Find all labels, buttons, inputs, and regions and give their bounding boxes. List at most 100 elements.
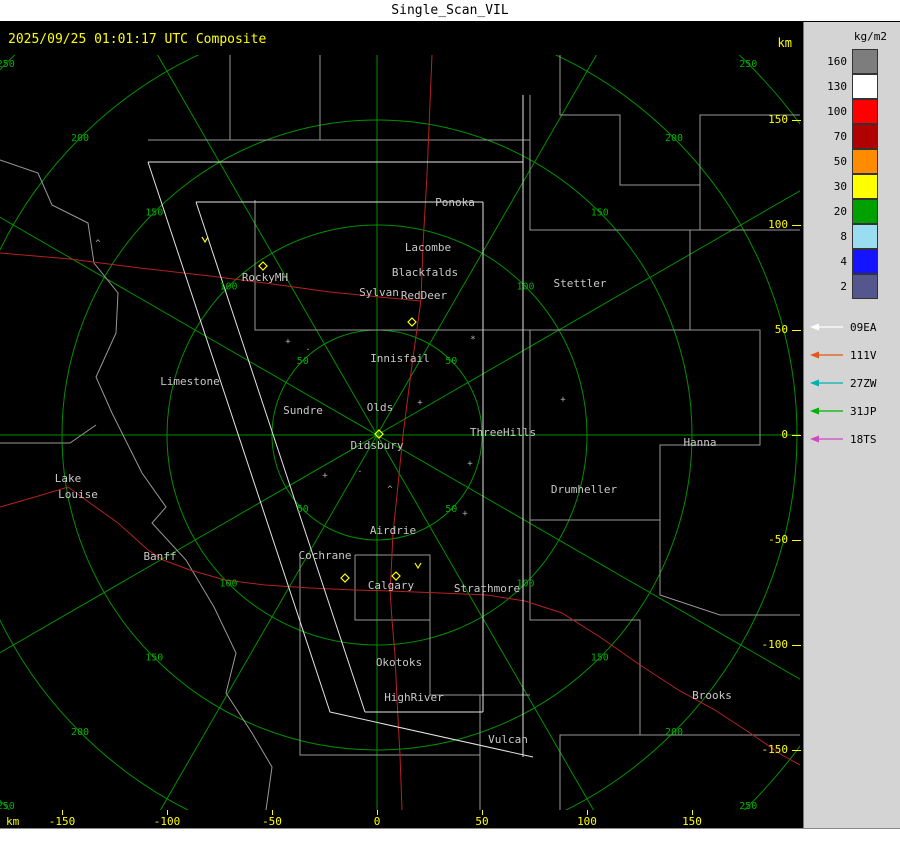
- colorbar-swatch: [852, 274, 878, 299]
- storm-vector-icon: [414, 562, 422, 570]
- bottom-axis-label: -50: [262, 815, 282, 828]
- storm-vector-icon: [201, 236, 209, 244]
- radar-application-window: Single_Scan_VIL 2025/09/25 01:01:17 UTC …: [0, 0, 900, 841]
- city-label: Sylvan: [359, 286, 399, 299]
- radar-arrow-icon: [810, 351, 843, 359]
- bottom-axis-label: -100: [153, 815, 181, 828]
- city-label: RedDeer: [401, 289, 448, 302]
- county-boundary: [229, 55, 321, 141]
- city-label: Stettler: [554, 277, 607, 290]
- city-label: Hanna: [683, 436, 716, 449]
- city-label: Lacombe: [405, 241, 451, 254]
- city-label: Vulcan: [488, 733, 528, 746]
- ring-distance-label: 100: [219, 578, 237, 589]
- point-marker: +: [560, 395, 566, 405]
- colorbar-value: 130: [827, 80, 847, 93]
- radar-legend-item: 31JP: [804, 397, 900, 425]
- colorbar-entry: 30: [804, 174, 900, 199]
- colorbar-entry: 8: [804, 224, 900, 249]
- ring-distance-label: 50: [297, 356, 309, 367]
- colorbar-swatch: [852, 99, 878, 124]
- ring-distance-label: 50: [297, 504, 309, 515]
- ring-distance-label: 250: [0, 59, 15, 70]
- colorbar-value: 4: [840, 255, 847, 268]
- colorbar-swatch: [852, 224, 878, 249]
- ring-distance-label: 200: [665, 133, 683, 144]
- ring-distance-label: 200: [665, 727, 683, 738]
- radar-map[interactable]: 505050 50100100100 100150150150 15020020020…: [0, 55, 800, 810]
- colorbar-swatch: [852, 124, 878, 149]
- city-label: Innisfail: [370, 352, 430, 365]
- colorbar-value: 20: [833, 205, 847, 218]
- radar-id: 31JP: [850, 404, 877, 418]
- point-marker: .: [305, 343, 310, 353]
- ring-distance-label: 250: [739, 801, 757, 810]
- ring-distance-label: 50: [445, 504, 457, 515]
- city-label: Lake: [55, 472, 82, 485]
- radar-arrow-icon: [810, 379, 843, 387]
- county-boundary: [254, 200, 530, 331]
- county-boundary: [559, 55, 800, 186]
- bottom-axis-label: 150: [682, 815, 702, 828]
- point-marker: +: [417, 398, 423, 408]
- county-boundary: [529, 520, 641, 810]
- colorbar-entry: 20: [804, 199, 900, 224]
- colorbar-swatch: [852, 199, 878, 224]
- city-label: RockyMH: [242, 271, 288, 284]
- colorbar-entry: 70: [804, 124, 900, 149]
- colorbar-entry: 2: [804, 274, 900, 299]
- city-label: HighRiver: [384, 691, 444, 704]
- radar-legend-item: 111V: [804, 341, 900, 369]
- city-label: Brooks: [692, 689, 732, 702]
- colorbar-swatch: [852, 149, 878, 174]
- legend-sidebar: kg/m2 160 130 100 70 50 30 20 8 4 2 09EA 111V 27ZW 3…: [803, 22, 900, 828]
- city-label: Banff: [143, 550, 176, 563]
- colorbar-entry: 160: [804, 49, 900, 74]
- city-label: Louise: [58, 488, 98, 501]
- radar-id: 18TS: [850, 432, 877, 446]
- city-label: Calgary: [368, 579, 415, 592]
- window-title: Single_Scan_VIL: [0, 0, 900, 22]
- colorbar-swatch: [852, 174, 878, 199]
- ring-distance-label: 150: [145, 207, 163, 218]
- radar-site-icon: [258, 261, 268, 271]
- colorbar-value: 2: [840, 280, 847, 293]
- colorbar-swatch: [852, 49, 878, 74]
- colorbar-value: 50: [833, 155, 847, 168]
- ring-distance-label: 150: [591, 653, 609, 664]
- bottom-scrollbar[interactable]: [0, 828, 900, 841]
- city-label: Ponoka: [435, 196, 475, 209]
- point-marker: +: [467, 459, 473, 469]
- city-label: Airdrie: [370, 524, 416, 537]
- bottom-axis-label: 0: [373, 815, 381, 828]
- ring-distance-label: 150: [591, 207, 609, 218]
- colorbar-unit: kg/m2: [853, 30, 887, 43]
- colorbar-entry: 50: [804, 149, 900, 174]
- ring-distance-label: 250: [739, 59, 757, 70]
- ring-distance-label: 250: [0, 801, 15, 810]
- ring-distance-label: 200: [71, 727, 89, 738]
- point-marker: +: [285, 337, 291, 347]
- point-marker: +: [322, 471, 328, 481]
- radar-arrow-icon: [810, 435, 843, 443]
- city-label: Blackfalds: [392, 266, 458, 279]
- city-label: Didsbury: [351, 439, 404, 452]
- city-label: Olds: [367, 401, 394, 414]
- radar-id: 111V: [850, 348, 877, 362]
- radar-id: 09EA: [850, 320, 877, 334]
- ring-distance-label: 50: [445, 356, 457, 367]
- ring-distance-label: 200: [71, 133, 89, 144]
- bottom-axis-label: -150: [48, 815, 76, 828]
- point-marker: *: [470, 335, 475, 345]
- county-boundary: [659, 520, 800, 616]
- highway-line: [0, 252, 422, 302]
- ring-distance-label: 100: [516, 282, 534, 293]
- radar-site-icon: [340, 573, 350, 583]
- ring-distance-label: 150: [145, 653, 163, 664]
- city-label: Drumheller: [551, 483, 618, 496]
- point-marker: .: [357, 465, 362, 475]
- coverage-boundary: [147, 161, 331, 713]
- city-label: Strathmore: [454, 582, 520, 595]
- radar-legend-item: 18TS: [804, 425, 900, 453]
- city-label: Cochrane: [299, 549, 352, 562]
